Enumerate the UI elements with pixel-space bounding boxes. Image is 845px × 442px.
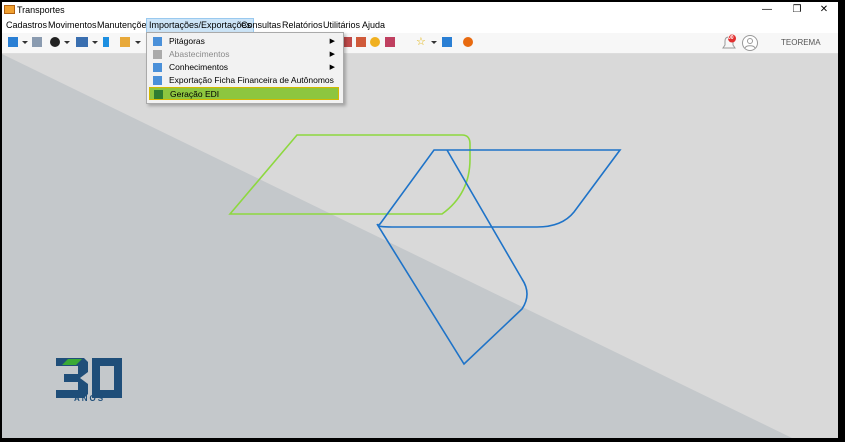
submenu-arrow-icon: ▶ xyxy=(329,51,335,58)
background-art xyxy=(2,54,792,438)
window-title: Transportes xyxy=(17,5,65,15)
importacoes-exportacoes-dropdown: Pitágoras ▶ Abastecimentos ▶ Conheciment… xyxy=(146,32,344,104)
notification-badge: 00 xyxy=(728,35,734,41)
menu-item-label: Abastecimentos xyxy=(169,49,230,59)
submenu-arrow-icon: ▶ xyxy=(329,64,335,71)
menu-item-exportacao-ficha-financeira[interactable]: Exportação Ficha Financeira de Autônomos xyxy=(149,74,339,87)
chevron-down-icon[interactable] xyxy=(431,41,437,44)
pitagoras-icon xyxy=(153,37,162,46)
logo-caption: ANOS xyxy=(74,394,106,403)
blue-parallelogram-outline xyxy=(377,149,622,228)
document-icon[interactable] xyxy=(103,37,109,47)
circle-icon[interactable] xyxy=(50,37,60,47)
menu-item-conhecimentos[interactable]: Conhecimentos ▶ xyxy=(149,61,339,74)
menu-utilitarios[interactable]: Utilitários xyxy=(321,18,362,33)
app-truck-icon xyxy=(4,5,15,14)
app-window: Transportes — ❐ ✕ Cadastros Movimentos M… xyxy=(2,2,838,438)
user-name: TEOREMA xyxy=(781,38,821,47)
menu-importacoes-exportacoes[interactable]: Importações/Exportações xyxy=(146,18,255,33)
conhecimentos-icon xyxy=(153,63,162,72)
menu-manutencoes[interactable]: Manutenções xyxy=(95,18,153,33)
menu-item-abastecimentos[interactable]: Abastecimentos ▶ xyxy=(149,48,339,61)
desktop-background: ANOS xyxy=(2,54,838,438)
restore-button[interactable]: ❐ xyxy=(783,2,811,18)
menu-item-geracao-edi[interactable]: Geração EDI xyxy=(149,87,339,100)
folder-icon[interactable] xyxy=(8,37,18,47)
title-bar: Transportes — ❐ ✕ xyxy=(2,2,838,18)
schedule-icon[interactable] xyxy=(356,37,366,47)
user-avatar-icon[interactable] xyxy=(741,35,759,51)
menu-ajuda[interactable]: Ajuda xyxy=(360,18,387,33)
report-icon[interactable] xyxy=(385,37,395,47)
menu-item-label: Conhecimentos xyxy=(169,62,229,72)
edi-icon xyxy=(154,90,163,99)
menu-relatorios[interactable]: Relatórios xyxy=(280,18,325,33)
menu-item-label: Geração EDI xyxy=(170,89,220,99)
power-icon[interactable] xyxy=(463,37,473,47)
tools-icon[interactable] xyxy=(120,37,130,47)
toolbar: ☆ 00 TEOREMA xyxy=(2,33,838,54)
abastecimentos-icon xyxy=(153,50,162,59)
menu-bar: Cadastros Movimentos Manutenções Importa… xyxy=(2,18,838,33)
menu-item-pitagoras[interactable]: Pitágoras ▶ xyxy=(149,35,339,48)
menu-consultas[interactable]: Consultas xyxy=(239,18,283,33)
clock-icon[interactable] xyxy=(370,37,380,47)
chevron-down-icon[interactable] xyxy=(64,41,70,44)
menu-item-label: Exportação Ficha Financeira de Autônomos xyxy=(169,75,334,85)
chevron-down-icon[interactable] xyxy=(135,41,141,44)
chevron-down-icon[interactable] xyxy=(22,41,28,44)
menu-cadastros[interactable]: Cadastros xyxy=(4,18,49,33)
minimize-button[interactable]: — xyxy=(753,2,781,18)
printer-icon[interactable] xyxy=(32,37,42,47)
menu-movimentos[interactable]: Movimentos xyxy=(46,18,99,33)
export-icon[interactable] xyxy=(442,37,452,47)
truck-icon[interactable] xyxy=(76,37,88,47)
close-button[interactable]: ✕ xyxy=(810,2,838,18)
submenu-arrow-icon: ▶ xyxy=(329,38,335,45)
menu-item-label: Pitágoras xyxy=(169,36,205,46)
star-icon[interactable]: ☆ xyxy=(416,37,426,48)
export-financial-icon xyxy=(153,76,162,85)
chevron-down-icon[interactable] xyxy=(92,41,98,44)
